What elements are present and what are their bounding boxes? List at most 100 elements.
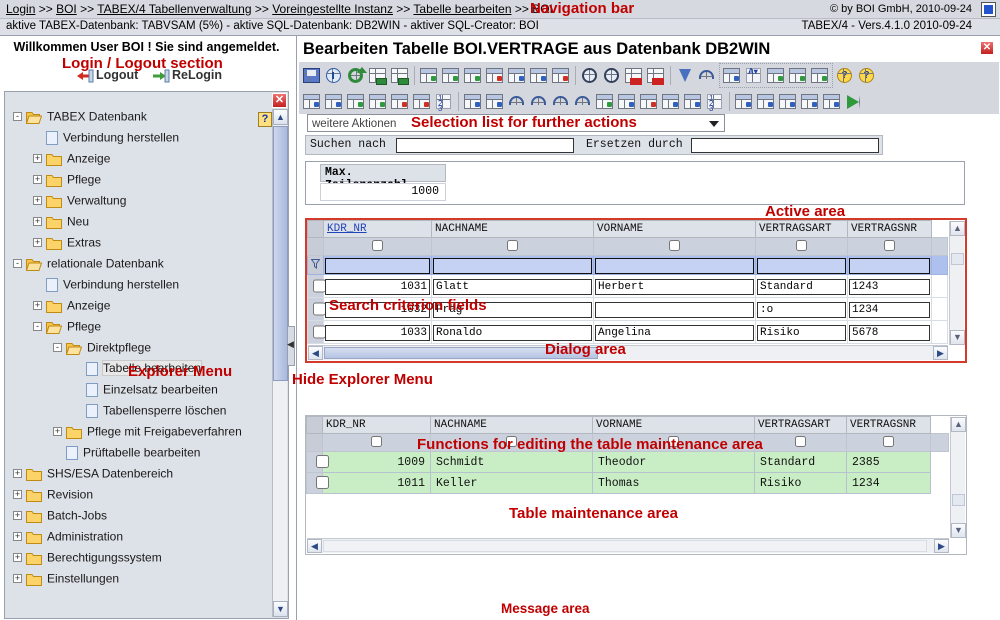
column-checkbox-vertragsart[interactable] bbox=[796, 239, 807, 251]
collapse-icon[interactable]: - bbox=[13, 259, 22, 269]
maint-column-header-vertragsnr[interactable]: VERTRAGSNR bbox=[846, 416, 931, 434]
active-grid-vertical-scrollbar[interactable]: ▲ ▼ bbox=[949, 221, 965, 345]
insert-row-yellow-icon[interactable] bbox=[440, 65, 461, 86]
maint-column-checkbox-kdr_nr[interactable] bbox=[371, 435, 382, 447]
filter-input-vertragsart[interactable] bbox=[757, 257, 846, 274]
active-grid-horizontal-scrollbar[interactable]: ◀ ▶ bbox=[308, 345, 948, 360]
maint-column-header-kdr_nr[interactable]: KDR_NR bbox=[322, 416, 431, 434]
expand-icon[interactable]: + bbox=[13, 469, 22, 479]
copy-row-icon[interactable] bbox=[528, 65, 549, 86]
filter-icon[interactable] bbox=[674, 65, 695, 86]
grid-remove-col2-icon[interactable] bbox=[411, 91, 432, 112]
hex-view-icon[interactable] bbox=[645, 65, 666, 86]
expand-icon[interactable]: + bbox=[13, 532, 22, 542]
expand-icon[interactable]: + bbox=[13, 574, 22, 584]
table-row[interactable] bbox=[307, 320, 948, 344]
chevron-down-icon[interactable] bbox=[709, 121, 719, 127]
tree-item[interactable]: - relationale Datenbank bbox=[5, 253, 273, 274]
column-checkbox-vertragsnr[interactable] bbox=[884, 239, 895, 251]
expand-icon[interactable]: + bbox=[33, 238, 42, 248]
select-none-icon[interactable] bbox=[787, 65, 808, 86]
maint-column-checkbox-vertragsnr[interactable] bbox=[883, 435, 894, 447]
column-checkbox-nachname[interactable] bbox=[507, 239, 518, 251]
table-row[interactable] bbox=[307, 274, 948, 298]
tree-item[interactable]: Verbindung herstellen bbox=[5, 127, 273, 148]
active-grid-scroll-up-icon[interactable]: ▲ bbox=[950, 221, 965, 236]
help-icon[interactable]: ? bbox=[856, 65, 877, 86]
invert-select-icon[interactable] bbox=[809, 65, 830, 86]
column-header-vertragsart[interactable]: VERTRAGSART bbox=[755, 220, 848, 238]
replace-input[interactable] bbox=[691, 138, 879, 153]
detail-view-icon[interactable] bbox=[821, 91, 842, 112]
column-view-icon[interactable] bbox=[462, 91, 483, 112]
column-checkbox-vorname[interactable] bbox=[669, 239, 680, 251]
tree-item[interactable]: Tabellensperre löschen bbox=[5, 400, 273, 421]
filter-funnel-icon[interactable] bbox=[307, 255, 324, 275]
grid-insert-col-icon[interactable] bbox=[345, 91, 366, 112]
filter-input-vorname[interactable] bbox=[595, 257, 754, 274]
tree-item[interactable]: - TABEX Datenbank bbox=[5, 106, 273, 127]
close-window-icon[interactable]: ✕ bbox=[980, 41, 994, 55]
collapse-icon[interactable]: - bbox=[53, 343, 62, 353]
two-column-icon[interactable] bbox=[484, 91, 505, 112]
cell-input-vorname[interactable] bbox=[595, 301, 754, 318]
expand-icon[interactable]: + bbox=[53, 427, 62, 437]
tree-item[interactable]: Einzelsatz bearbeiten bbox=[5, 379, 273, 400]
breadcrumb-item[interactable]: Voreingestellte Instanz bbox=[272, 2, 393, 16]
column-header-vorname[interactable]: VORNAME bbox=[593, 220, 756, 238]
explorer-scroll-thumb[interactable] bbox=[273, 126, 288, 381]
add-row-icon[interactable] bbox=[462, 65, 483, 86]
active-grid-scroll-down-icon[interactable]: ▼ bbox=[950, 330, 965, 345]
block-add-icon[interactable] bbox=[594, 91, 615, 112]
find-icon[interactable] bbox=[579, 65, 600, 86]
select-all-icon[interactable] bbox=[765, 65, 786, 86]
maint-column-header-vertragsart[interactable]: VERTRAGSART bbox=[754, 416, 847, 434]
tree-item[interactable]: + Anzeige bbox=[5, 295, 273, 316]
tree-item[interactable]: - Direktpflege bbox=[5, 337, 273, 358]
numbered-list-icon[interactable]: 1 2 3 bbox=[433, 91, 454, 112]
explorer-scrollbar[interactable]: ▲ ▼ bbox=[272, 109, 288, 617]
settings-icon[interactable] bbox=[721, 65, 742, 86]
first-col-icon[interactable] bbox=[660, 91, 681, 112]
undo-col-icon[interactable] bbox=[506, 91, 527, 112]
column-checkbox-kdr_nr[interactable] bbox=[372, 239, 383, 251]
cell-input-kdr_nr[interactable] bbox=[325, 324, 430, 341]
maint-column-header-vorname[interactable]: VORNAME bbox=[592, 416, 755, 434]
grid-icon[interactable] bbox=[301, 91, 322, 112]
tree-item[interactable]: + Anzeige bbox=[5, 148, 273, 169]
grid-remove-col-icon[interactable] bbox=[389, 91, 410, 112]
maint-table-row[interactable]: 1011 Keller Thomas Risiko 1234 bbox=[306, 472, 949, 494]
tree-item[interactable]: Verbindung herstellen bbox=[5, 274, 273, 295]
block-del-icon[interactable] bbox=[638, 91, 659, 112]
column-header-nachname[interactable]: NACHNAME bbox=[431, 220, 594, 238]
tree-item[interactable]: + Administration bbox=[5, 526, 273, 547]
print-pdf-icon[interactable] bbox=[623, 65, 644, 86]
cell-input-vorname[interactable] bbox=[595, 324, 754, 341]
cell-input-nachname[interactable] bbox=[433, 278, 592, 295]
block-clear-icon[interactable] bbox=[616, 91, 637, 112]
delete-row-icon[interactable] bbox=[550, 65, 571, 86]
save-icon[interactable] bbox=[301, 65, 322, 86]
maint-grid-scroll-right-icon[interactable]: ▶ bbox=[934, 539, 949, 553]
window-restore-icon[interactable] bbox=[981, 2, 996, 17]
active-grid-scroll-left-icon[interactable]: ◀ bbox=[308, 346, 323, 360]
max-rows-value[interactable]: 1000 bbox=[320, 183, 446, 201]
expand-icon[interactable]: + bbox=[33, 175, 42, 185]
maint-grid-scroll-up-icon[interactable]: ▲ bbox=[951, 417, 966, 432]
cell-input-vertragsnr[interactable] bbox=[849, 301, 930, 318]
last-col-icon[interactable] bbox=[682, 91, 703, 112]
cell-input-vertragsnr[interactable] bbox=[849, 278, 930, 295]
refresh-icon[interactable] bbox=[345, 65, 367, 86]
cell-input-vertragsart[interactable] bbox=[757, 324, 846, 341]
number-format-icon[interactable]: 1 2 3 bbox=[704, 91, 725, 112]
help-table-icon[interactable]: ? bbox=[834, 65, 855, 86]
column-header-kdr_nr[interactable]: KDR_NR bbox=[323, 220, 432, 238]
form-view-icon[interactable] bbox=[799, 91, 820, 112]
maint-grid-horizontal-scrollbar[interactable]: ◀ ▶ bbox=[307, 538, 949, 553]
tree-item[interactable]: + SHS/ESA Datenbereich bbox=[5, 463, 273, 484]
collapse-icon[interactable]: - bbox=[33, 322, 42, 332]
expand-icon[interactable]: + bbox=[13, 511, 22, 521]
undo-icon[interactable] bbox=[696, 65, 717, 86]
tree-item[interactable]: + Einstellungen bbox=[5, 568, 273, 589]
explorer-scroll-down-icon[interactable]: ▼ bbox=[273, 601, 288, 617]
